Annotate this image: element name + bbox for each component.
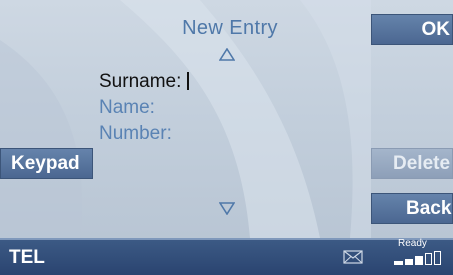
scroll-down-icon[interactable]: [219, 202, 235, 215]
signal-strength-icon: [394, 251, 441, 265]
screen-title: New Entry: [182, 17, 278, 39]
surname-label: Surname:: [99, 71, 182, 92]
name-field[interactable]: Name:: [99, 97, 155, 119]
text-cursor: [187, 72, 190, 90]
status-bar: TEL Ready: [0, 238, 453, 275]
tel-mode-label: TEL: [9, 247, 45, 268]
back-button[interactable]: Back: [371, 193, 453, 224]
number-field[interactable]: Number:: [99, 123, 172, 145]
ready-status: Ready: [398, 238, 427, 249]
number-label: Number:: [99, 123, 172, 144]
delete-button[interactable]: Delete: [371, 148, 453, 179]
envelope-icon: [343, 250, 363, 264]
ok-button[interactable]: OK: [371, 14, 453, 45]
name-label: Name:: [99, 97, 155, 118]
scroll-up-icon[interactable]: [219, 48, 235, 61]
keypad-button[interactable]: Keypad: [0, 148, 93, 179]
surname-field[interactable]: Surname:: [99, 71, 190, 93]
phone-new-entry-screen: New Entry Surname: Name: Number: OK Keyp…: [0, 0, 453, 275]
